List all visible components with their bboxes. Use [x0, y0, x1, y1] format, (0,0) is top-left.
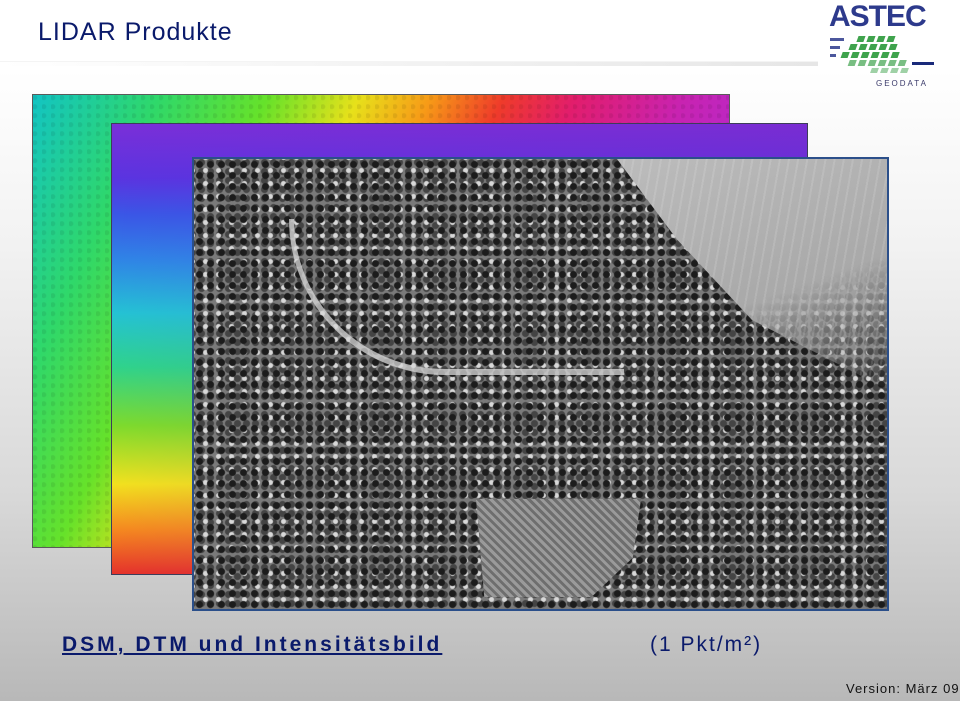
- astec-logo: ASTEC GEODATA: [826, 0, 934, 92]
- intensity-forest-track: [289, 219, 624, 375]
- logo-corner-bar: [912, 62, 934, 65]
- logo-wordmark: ASTEC: [829, 0, 927, 33]
- intensity-clearing: [476, 499, 641, 597]
- version-label: Version: März 09: [846, 681, 960, 696]
- title-divider: [0, 61, 818, 66]
- density-caption: (1 Pkt/m²): [650, 633, 763, 656]
- logo-subtitle: GEODATA: [876, 79, 928, 88]
- intensity-image: [192, 157, 889, 611]
- logo-grid-icon: [830, 36, 909, 73]
- intensity-field-area: [617, 159, 887, 389]
- page-title: LIDAR Produkte: [38, 18, 233, 46]
- products-caption: DSM, DTM und Intensitätsbild: [62, 633, 443, 656]
